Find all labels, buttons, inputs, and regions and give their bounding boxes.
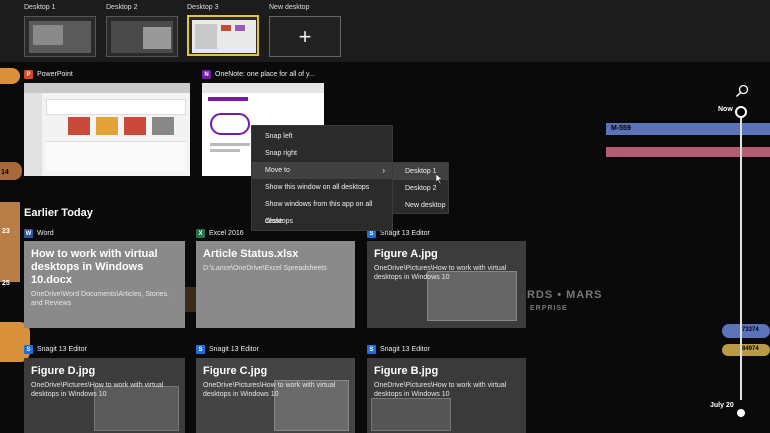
history-card-excel-file[interactable]: Article Status.xlsx D:\Lance\OneDrive\Ex… bbox=[196, 241, 355, 328]
window-title-powerpoint: P PowerPoint bbox=[24, 70, 73, 79]
history-app-snagit-d: S Snagit 13 Editor bbox=[24, 345, 87, 354]
menu-item-show-app-all-desktops[interactable]: Show windows from this app on all deskto… bbox=[252, 196, 392, 225]
menu-item-close[interactable]: Close bbox=[252, 213, 392, 230]
section-heading: Earlier Today bbox=[24, 207, 93, 219]
history-card-path: D:\Lance\OneDrive\Excel Spreadsheets bbox=[203, 265, 327, 272]
bg-label-m559: M-559 bbox=[611, 125, 631, 132]
desktop-1[interactable]: Desktop 1 bbox=[24, 4, 96, 57]
move-to-submenu: Desktop 1 Desktop 2 New desktop bbox=[392, 162, 449, 214]
desktop-1-thumbnail[interactable] bbox=[24, 16, 96, 57]
history-card-path: OneDrive\Pictures\How to work with virtu… bbox=[31, 382, 164, 398]
desktop-2-label: Desktop 2 bbox=[106, 4, 138, 11]
window-app-name: PowerPoint bbox=[37, 71, 73, 78]
snagit-icon: S bbox=[24, 345, 33, 354]
bg-number-25: 25 bbox=[2, 280, 10, 287]
history-app-name: Snagit 13 Editor bbox=[380, 230, 430, 237]
desktop-3[interactable]: Desktop 3 bbox=[187, 4, 259, 56]
history-card-figure-a[interactable]: Figure A.jpg OneDrive\Pictures\How to wo… bbox=[367, 241, 526, 328]
history-card-title: Figure D.jpg bbox=[31, 365, 96, 377]
timeline-now-label: Now bbox=[718, 106, 733, 113]
history-card-path: OneDrive\Word Documents\Articles, Storie… bbox=[31, 291, 169, 307]
history-card-path: OneDrive\Pictures\How to work with virtu… bbox=[203, 382, 336, 398]
history-app-name: Snagit 13 Editor bbox=[37, 346, 87, 353]
window-app-name: OneNote: one place for all of y... bbox=[215, 71, 315, 78]
snagit-icon: S bbox=[367, 345, 376, 354]
history-app-name: Snagit 13 Editor bbox=[380, 346, 430, 353]
timeline-search-button[interactable] bbox=[735, 84, 749, 98]
menu-item-move-to[interactable]: Move to › bbox=[252, 162, 392, 179]
desktop-2-thumbnail[interactable] bbox=[106, 16, 178, 57]
excel-icon: X bbox=[196, 229, 205, 238]
submenu-item-new-desktop[interactable]: New desktop bbox=[393, 197, 448, 214]
window-thumbnail-powerpoint[interactable] bbox=[24, 83, 190, 176]
snagit-icon: S bbox=[196, 345, 205, 354]
history-card-path: OneDrive\Pictures\How to work with virtu… bbox=[374, 382, 507, 398]
new-desktop-button[interactable]: + bbox=[269, 16, 341, 57]
new-desktop-label: New desktop bbox=[269, 4, 310, 11]
history-card-title: Figure A.jpg bbox=[374, 248, 438, 260]
mouse-cursor-icon bbox=[436, 174, 443, 184]
history-app-word: W Word bbox=[24, 229, 54, 238]
history-card-title: How to work with virtual desktops in Win… bbox=[31, 248, 158, 286]
bg-number-73374: 73374 bbox=[742, 327, 759, 333]
history-app-name: Word bbox=[37, 230, 54, 237]
history-card-figure-c[interactable]: Figure C.jpg OneDrive\Pictures\How to wo… bbox=[196, 358, 355, 433]
timeline-date-marker[interactable] bbox=[737, 409, 745, 417]
chevron-right-icon: › bbox=[382, 166, 385, 175]
plus-icon: + bbox=[298, 23, 312, 49]
history-card-word-doc[interactable]: How to work with virtual desktops in Win… bbox=[24, 241, 185, 328]
word-icon: W bbox=[24, 229, 33, 238]
menu-item-show-window-all-desktops[interactable]: Show this window on all desktops bbox=[252, 179, 392, 196]
bg-number-23: 23 bbox=[2, 228, 10, 235]
history-card-title: Article Status.xlsx bbox=[203, 248, 299, 260]
onenote-icon: N bbox=[202, 70, 211, 79]
history-app-snagit-b: S Snagit 13 Editor bbox=[367, 345, 430, 354]
bg-number-14: 14 bbox=[1, 169, 9, 176]
history-card-title: Figure B.jpg bbox=[374, 365, 439, 377]
menu-item-label: Move to bbox=[265, 167, 290, 174]
timeline-handle[interactable] bbox=[735, 106, 747, 118]
timeline-date-label: July 20 bbox=[710, 402, 734, 409]
bg-text-mars: ARDS • MARS bbox=[518, 289, 603, 301]
window-title-onenote: N OneNote: one place for all of y... bbox=[202, 70, 315, 79]
history-app-snagit-c: S Snagit 13 Editor bbox=[196, 345, 259, 354]
search-icon bbox=[735, 84, 749, 98]
history-card-path: OneDrive\Pictures\How to work with virtu… bbox=[374, 265, 507, 281]
history-app-name: Snagit 13 Editor bbox=[209, 346, 259, 353]
timeline-track[interactable] bbox=[740, 110, 742, 400]
bg-text-enterprise: ERPRISE bbox=[530, 305, 568, 312]
desktop-3-thumbnail[interactable] bbox=[187, 15, 259, 56]
menu-item-snap-right[interactable]: Snap right bbox=[252, 145, 392, 162]
history-card-figure-d[interactable]: Figure D.jpg OneDrive\Pictures\How to wo… bbox=[24, 358, 185, 433]
desktop-3-label: Desktop 3 bbox=[187, 4, 219, 11]
history-card-title: Figure C.jpg bbox=[203, 365, 268, 377]
menu-item-snap-left[interactable]: Snap left bbox=[252, 128, 392, 145]
history-app-name: Excel 2016 bbox=[209, 230, 244, 237]
history-card-figure-b[interactable]: Figure B.jpg OneDrive\Pictures\How to wo… bbox=[367, 358, 526, 433]
new-desktop[interactable]: New desktop + bbox=[269, 4, 341, 57]
desktop-1-label: Desktop 1 bbox=[24, 4, 56, 11]
history-app-excel: X Excel 2016 bbox=[196, 229, 244, 238]
bg-number-84974: 84974 bbox=[742, 346, 759, 352]
desktop-2[interactable]: Desktop 2 bbox=[106, 4, 178, 57]
powerpoint-icon: P bbox=[24, 70, 33, 79]
window-context-menu: Snap left Snap right Move to › Show this… bbox=[251, 125, 393, 231]
